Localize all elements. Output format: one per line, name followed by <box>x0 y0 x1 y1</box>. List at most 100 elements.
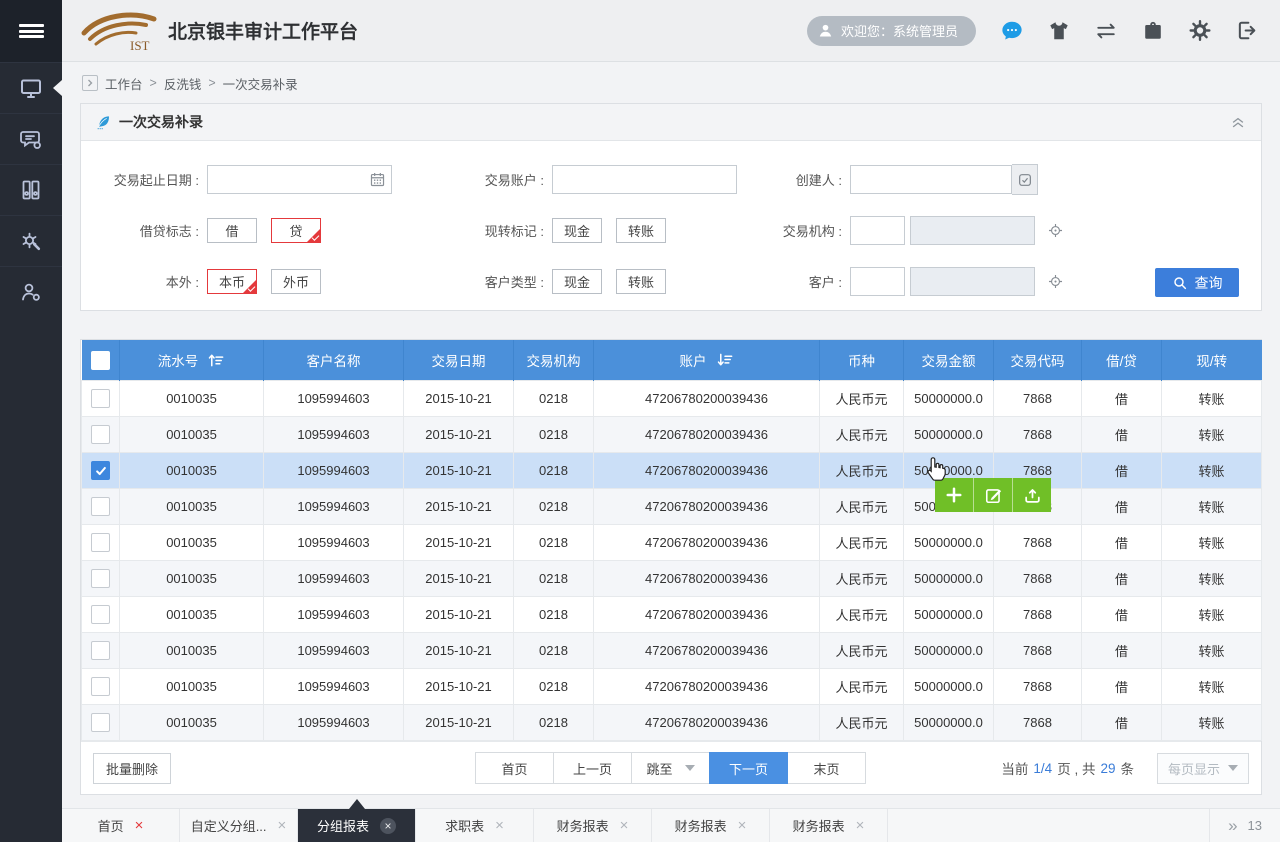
org-locate-icon[interactable] <box>1047 222 1064 239</box>
calendar-icon[interactable] <box>369 171 386 188</box>
batch-delete-button[interactable]: 批量删除 <box>93 753 171 784</box>
table-row[interactable]: 001003510959946032015-10-210218472067802… <box>82 705 1262 741</box>
next-page-button[interactable]: 下一页 <box>709 752 788 784</box>
row-checkbox[interactable] <box>91 569 110 588</box>
column-header[interactable]: 币种 <box>820 340 904 381</box>
breadcrumb-item[interactable]: 一次交易补录 <box>223 74 298 93</box>
tab-close-icon[interactable]: × <box>620 818 629 833</box>
table-footer: 批量删除 首页 上一页 跳至 下一页 末页 当前 1/4 页 , 共 29 <box>81 741 1261 794</box>
table-row[interactable]: 001003510959946032015-10-210218472067802… <box>82 417 1262 453</box>
breadcrumb-item[interactable]: 反洗钱 <box>164 74 202 93</box>
jump-to-page-button[interactable]: 跳至 <box>631 752 710 784</box>
column-header[interactable]: 客户名称 <box>264 340 404 381</box>
row-checkbox[interactable] <box>91 533 110 552</box>
table-row[interactable]: 001003510959946032015-10-210218472067802… <box>82 381 1262 417</box>
column-header[interactable]: 交易机构 <box>514 340 594 381</box>
add-row-button[interactable] <box>935 478 973 512</box>
toggle-foreign-currency[interactable]: 外币 <box>271 269 321 294</box>
column-header[interactable]: 账户 <box>594 340 820 381</box>
toggle-credit[interactable]: 贷 <box>271 218 321 243</box>
sidebar-item-workspace[interactable] <box>0 62 62 113</box>
breadcrumb-item[interactable]: 工作台 <box>105 74 143 93</box>
row-checkbox[interactable] <box>91 713 110 732</box>
toggle-customer-cash[interactable]: 现金 <box>552 269 602 294</box>
account-input[interactable] <box>552 165 737 194</box>
tab-close-icon[interactable]: × <box>495 818 504 833</box>
column-header[interactable]: 交易代码 <box>994 340 1082 381</box>
column-header[interactable]: 交易金额 <box>904 340 994 381</box>
user-menu[interactable]: 欢迎您：系统管理员 <box>807 16 976 46</box>
sidebar-item-user-management[interactable] <box>0 266 62 317</box>
menu-toggle-button[interactable] <box>0 0 62 62</box>
row-checkbox[interactable] <box>91 425 110 444</box>
switch-button[interactable] <box>1095 20 1117 42</box>
footer-tab[interactable]: 财务报表× <box>770 809 888 842</box>
table-cell: 借 <box>1082 417 1162 453</box>
footer-tab[interactable]: 自定义分组...× <box>180 809 298 842</box>
tab-label: 首页 <box>98 816 124 835</box>
sort-ascending-icon[interactable] <box>208 353 225 367</box>
table-row[interactable]: 001003510959946032015-10-210218472067802… <box>82 561 1262 597</box>
column-header[interactable]: 现/转 <box>1162 340 1262 381</box>
table-row[interactable]: 001003510959946032015-10-210218472067802… <box>82 597 1262 633</box>
collapse-panel-button[interactable] <box>1229 113 1247 131</box>
creator-select-button[interactable] <box>1012 164 1038 195</box>
column-header[interactable]: 流水号 <box>120 340 264 381</box>
footer-tab[interactable]: 求职表× <box>416 809 534 842</box>
tab-close-icon[interactable]: × <box>856 818 865 833</box>
tab-close-icon[interactable]: × <box>738 818 747 833</box>
table-row[interactable]: 001003510959946032015-10-210218472067802… <box>82 633 1262 669</box>
sidebar-item-archives[interactable] <box>0 164 62 215</box>
tab-close-icon[interactable]: × <box>135 818 144 833</box>
footer-tab[interactable]: 首页 × <box>62 809 180 842</box>
select-all-header-cell[interactable] <box>82 340 120 381</box>
page-size-select[interactable]: 每页显示 <box>1157 753 1249 784</box>
upload-row-button[interactable] <box>1012 478 1051 512</box>
row-checkbox[interactable] <box>91 497 110 516</box>
logout-icon <box>1236 19 1258 42</box>
first-page-button[interactable]: 首页 <box>475 752 554 784</box>
tab-close-icon[interactable]: × <box>278 818 287 833</box>
prev-page-button[interactable]: 上一页 <box>553 752 632 784</box>
toggle-local-currency[interactable]: 本币 <box>207 269 257 294</box>
footer-tab[interactable]: 财务报表× <box>534 809 652 842</box>
toggle-transfer[interactable]: 转账 <box>616 218 666 243</box>
customer-code-input[interactable] <box>850 267 905 296</box>
footer-tab[interactable]: 财务报表× <box>652 809 770 842</box>
message-button[interactable] <box>1001 20 1023 42</box>
table-row[interactable]: 001003510959946032015-10-210218472067802… <box>82 489 1262 525</box>
table-cell: 0010035 <box>120 525 264 561</box>
select-all-checkbox[interactable] <box>91 351 110 370</box>
table-cell: 50000000.0 <box>904 561 994 597</box>
row-checkbox[interactable] <box>91 461 110 480</box>
table-row[interactable]: 001003510959946032015-10-210218472067802… <box>82 525 1262 561</box>
customer-locate-icon[interactable] <box>1047 273 1064 290</box>
toggle-cash[interactable]: 现金 <box>552 218 602 243</box>
toggle-customer-transfer[interactable]: 转账 <box>616 269 666 294</box>
settings-button[interactable] <box>1189 20 1211 42</box>
row-checkbox[interactable] <box>91 605 110 624</box>
toggle-debit[interactable]: 借 <box>207 218 257 243</box>
search-button[interactable]: 查询 <box>1155 268 1239 297</box>
sidebar-item-messages[interactable] <box>0 113 62 164</box>
row-checkbox[interactable] <box>91 389 110 408</box>
creator-input[interactable] <box>850 165 1012 194</box>
date-range-input[interactable] <box>207 165 392 194</box>
table-row[interactable]: 001003510959946032015-10-210218472067802… <box>82 453 1262 489</box>
logout-button[interactable] <box>1236 20 1258 42</box>
sort-descending-icon[interactable] <box>717 353 734 367</box>
tab-close-icon[interactable]: × <box>380 818 396 834</box>
table-row[interactable]: 001003510959946032015-10-210218472067802… <box>82 669 1262 705</box>
last-page-button[interactable]: 末页 <box>787 752 866 784</box>
toolbox-button[interactable] <box>1142 20 1164 42</box>
footer-tab[interactable]: 分组报表× <box>298 809 416 842</box>
theme-button[interactable] <box>1048 20 1070 42</box>
column-header[interactable]: 借/贷 <box>1082 340 1162 381</box>
column-header[interactable]: 交易日期 <box>404 340 514 381</box>
edit-row-button[interactable] <box>973 478 1012 512</box>
tab-overflow-button[interactable]: » 13 <box>1209 809 1280 842</box>
sidebar-item-system-settings[interactable] <box>0 215 62 266</box>
row-checkbox[interactable] <box>91 677 110 696</box>
org-code-input[interactable] <box>850 216 905 245</box>
row-checkbox[interactable] <box>91 641 110 660</box>
